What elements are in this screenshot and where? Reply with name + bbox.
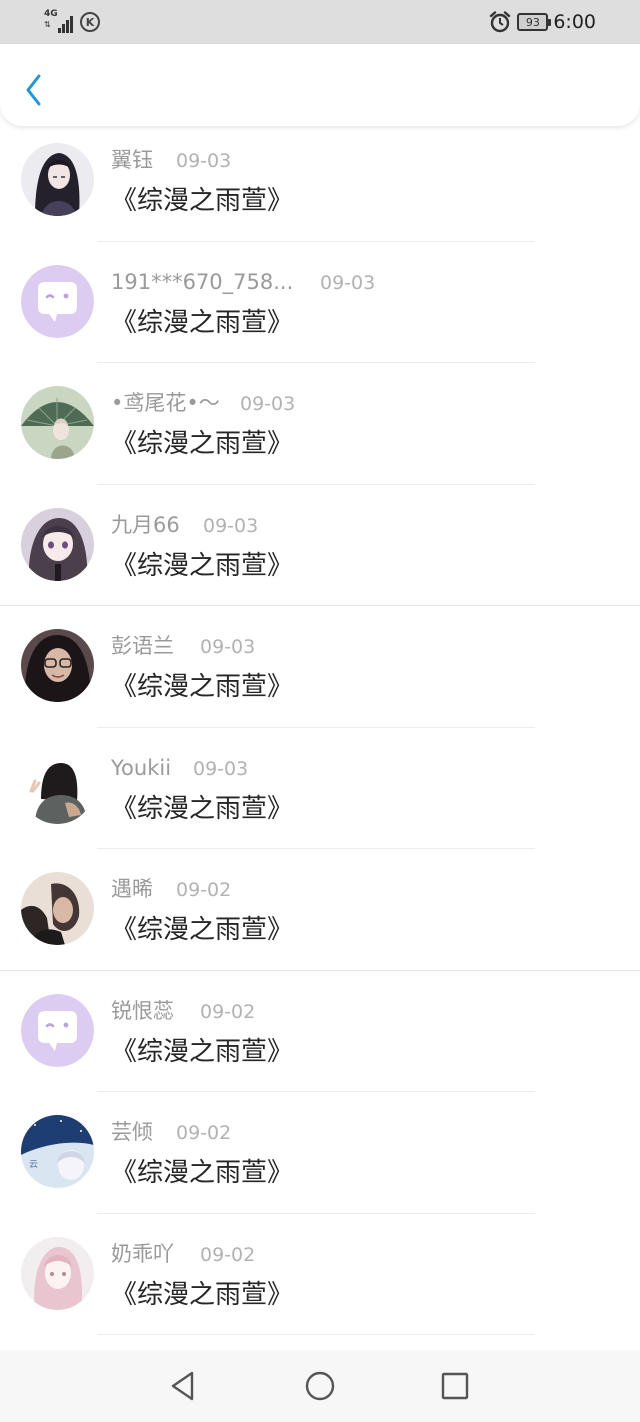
nav-recents-button[interactable] <box>435 1368 475 1404</box>
avatar[interactable] <box>21 1236 94 1310</box>
status-right: 93 6:00 <box>489 9 596 35</box>
chevron-left-icon <box>26 74 41 106</box>
book-title: 《综漫之雨萱》 <box>111 793 294 824</box>
list-item[interactable]: 锐恨蕊 09-02 《综漫之雨萱》 <box>0 971 640 1092</box>
nav-back-button[interactable] <box>163 1368 203 1404</box>
avatar[interactable] <box>21 872 94 945</box>
data-arrows-icon: ⇅ <box>44 20 51 29</box>
book-title: 《综漫之雨萱》 <box>111 550 294 581</box>
default-chat-avatar-icon <box>21 264 94 338</box>
list-item[interactable]: 奶乖吖 09-02 《综漫之雨萱》 <box>0 1214 640 1335</box>
clock: 6:00 <box>553 11 596 33</box>
date: 09-02 <box>200 1000 256 1023</box>
photo-avatar-image <box>21 629 94 702</box>
circle-home-icon <box>305 1371 335 1401</box>
list-item[interactable]: 191***670_758... 09-03 《综漫之雨萱》 <box>0 242 640 363</box>
list-item[interactable]: 遇晞 09-02 《综漫之雨萱》 <box>0 849 640 971</box>
avatar[interactable] <box>21 507 94 581</box>
navigation-bar <box>0 1350 640 1422</box>
user-name: 191***670_758... <box>111 269 294 294</box>
date: 09-02 <box>176 879 232 901</box>
list-item[interactable]: •鸢尾花•～ 09-03 《综漫之雨萱》 <box>0 363 640 485</box>
square-recents-icon <box>441 1372 469 1400</box>
user-name: 九月66 <box>111 512 180 537</box>
user-name: 翼钰 <box>111 148 153 172</box>
pink-hair-avatar-image <box>21 1236 94 1310</box>
user-name: •鸢尾花•～ <box>111 391 220 415</box>
signal-bars <box>58 16 74 33</box>
book-title: 《综漫之雨萱》 <box>111 1036 294 1067</box>
photo-avatar-image <box>21 872 94 945</box>
user-name: 遇晞 <box>111 877 153 901</box>
book-title: 《综漫之雨萱》 <box>111 915 294 945</box>
user-name: 芸倾 <box>111 1120 153 1144</box>
book-title: 《综漫之雨萱》 <box>111 1158 294 1188</box>
umbrella-avatar-image <box>21 386 94 459</box>
avatar[interactable] <box>21 143 94 216</box>
avatar[interactable] <box>21 264 94 338</box>
avatar[interactable] <box>21 386 94 459</box>
book-title: 《综漫之雨萱》 <box>111 672 294 702</box>
user-name: Youkii <box>111 755 172 780</box>
reader-list: 翼钰 09-03 《综漫之雨萱》 191***670_758... 09-03 … <box>0 120 640 1335</box>
network-type: 4G <box>44 9 58 19</box>
user-name: 奶乖吖 <box>111 1241 174 1266</box>
battery-level: 93 <box>525 15 540 29</box>
svg-text:云: 云 <box>29 1160 38 1170</box>
battery-icon: 93 <box>517 13 552 31</box>
avatar[interactable]: 云 <box>21 1115 94 1188</box>
date: 09-03 <box>320 271 376 294</box>
date: 09-02 <box>176 1122 232 1144</box>
date: 09-03 <box>203 514 259 537</box>
avatar[interactable] <box>21 629 94 702</box>
screen: 4G ⇅ K 93 6:00 翼钰 09-03 《综漫之雨萱》 191***67… <box>0 0 640 1422</box>
list-item[interactable]: 翼钰 09-03 《综漫之雨萱》 <box>0 120 640 242</box>
nav-home-button[interactable] <box>300 1368 340 1404</box>
user-name: 锐恨蕊 <box>111 998 174 1023</box>
status-left: 4G ⇅ K <box>44 10 100 34</box>
avatar[interactable] <box>21 993 94 1067</box>
date: 09-03 <box>193 757 249 780</box>
user-name: 彭语兰 <box>111 634 174 658</box>
anime-girl-avatar-image <box>21 507 94 581</box>
back-button[interactable] <box>18 70 50 110</box>
book-title: 《综漫之雨萱》 <box>111 1279 294 1310</box>
list-item[interactable]: 九月66 09-03 《综漫之雨萱》 <box>0 485 640 606</box>
list-item[interactable]: Youkii 09-03 《综漫之雨萱》 <box>0 728 640 849</box>
list-item[interactable]: 云 芸倾 09-02 《综漫之雨萱》 <box>0 1092 640 1214</box>
k-app-icon: K <box>80 12 100 32</box>
book-title: 《综漫之雨萱》 <box>111 429 294 459</box>
signal-icon: 4G ⇅ <box>44 10 76 34</box>
date: 09-02 <box>200 1243 256 1266</box>
date: 09-03 <box>200 636 256 658</box>
book-title: 《综漫之雨萱》 <box>111 186 294 216</box>
divider <box>97 1334 535 1335</box>
header <box>0 44 640 126</box>
figure-avatar-image <box>21 750 94 824</box>
book-title: 《综漫之雨萱》 <box>111 307 294 338</box>
status-bar: 4G ⇅ K 93 6:00 <box>0 0 640 44</box>
night-sky-avatar-image: 云 <box>21 1115 94 1188</box>
date: 09-03 <box>240 393 296 415</box>
avatar[interactable] <box>21 750 94 824</box>
alarm-icon <box>490 11 511 33</box>
default-chat-avatar-icon <box>21 993 94 1067</box>
list-item[interactable]: 彭语兰 09-03 《综漫之雨萱》 <box>0 606 640 728</box>
triangle-back-icon <box>171 1371 194 1401</box>
date: 09-03 <box>176 150 232 172</box>
anime-avatar-image <box>21 143 94 216</box>
